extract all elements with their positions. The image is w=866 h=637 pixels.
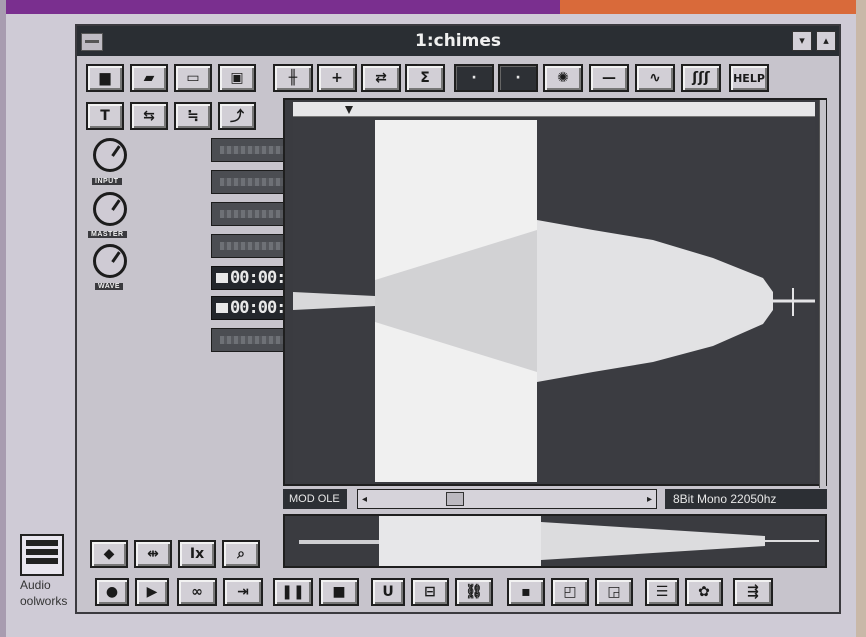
desktop-frame-right <box>856 0 866 637</box>
minimize-button[interactable]: ▾ <box>792 31 812 51</box>
desktop-icon-caption-1: Audio <box>20 578 51 592</box>
desktop-frame-left <box>0 0 6 637</box>
audio-toolworks-desktop-icon[interactable]: Audio oolworks <box>20 534 72 634</box>
pause-button[interactable]: ❚❚ <box>273 578 313 606</box>
scroll-thumb[interactable] <box>446 492 464 506</box>
master-knob[interactable] <box>93 192 127 226</box>
spectrum-icon[interactable]: ✺ <box>543 64 583 92</box>
audio-toolworks-icon <box>20 534 64 576</box>
text-icon[interactable]: T <box>86 102 124 130</box>
record-button[interactable]: ● <box>95 578 129 606</box>
scroll-left-icon[interactable]: ◂ <box>362 494 367 505</box>
window-3-button[interactable]: ◲ <box>595 578 633 606</box>
dark-dot-icon[interactable]: · <box>498 64 538 92</box>
zoom-fit-icon[interactable]: ◆ <box>90 540 128 568</box>
mixer-icon[interactable]: ╫ <box>273 64 313 92</box>
fast-forward-button[interactable]: ⇥ <box>223 578 263 606</box>
dark-blank-icon[interactable]: · <box>454 64 494 92</box>
repeat-button[interactable]: U <box>371 578 405 606</box>
sss-icon[interactable]: ʃʃʃ <box>681 64 721 92</box>
select-range-button[interactable]: ⊟ <box>411 578 449 606</box>
sequence-button[interactable]: ⇶ <box>733 578 773 606</box>
help-button[interactable]: HELP <box>729 64 769 92</box>
window-2-button[interactable]: ◰ <box>551 578 589 606</box>
zoom-magnifier-icon[interactable]: ⌕ <box>222 540 260 568</box>
format-status: 8Bit Mono 22050hz <box>665 489 827 509</box>
window-title: 1:chimes <box>415 31 501 51</box>
waveform-area[interactable] <box>293 120 815 482</box>
play-button[interactable]: ▶ <box>135 578 169 606</box>
position-ruler[interactable] <box>293 102 815 117</box>
master-label: MASTER <box>88 231 127 238</box>
open-folder-icon[interactable]: ▰ <box>130 64 168 92</box>
scroll-right-icon[interactable]: ▸ <box>647 494 652 505</box>
input-label: INPUT <box>92 178 122 185</box>
new-file-icon[interactable]: ▆ <box>86 64 124 92</box>
swap-icon[interactable]: ≒ <box>174 102 212 130</box>
transform-icon[interactable]: ⇄ <box>361 64 401 92</box>
mode-status: MOD OLE <box>283 489 347 509</box>
flip-icon[interactable]: ⇆ <box>130 102 168 130</box>
vertical-scrollbar[interactable] <box>819 100 826 488</box>
step-icon[interactable]: ⤴ <box>218 102 256 130</box>
zoom-x-icon[interactable]: Ix <box>178 540 216 568</box>
effect-button[interactable]: ✿ <box>685 578 723 606</box>
link-button[interactable]: ⛓ <box>455 578 493 606</box>
stop-button[interactable]: ■ <box>319 578 359 606</box>
playhead-marker[interactable] <box>345 106 353 114</box>
waveform-icon[interactable]: ∿ <box>635 64 675 92</box>
wave-label: WAVE <box>95 283 124 290</box>
desktop-frame-top <box>0 0 866 14</box>
desktop-icon-caption-2: oolworks <box>20 594 68 608</box>
input-knob[interactable] <box>93 138 127 172</box>
folder-small-icon <box>216 273 228 283</box>
main-window: 1:chimes ▾ ▴ ▆ ▰ ▭ ▣ ╫ + ⇄ Σ · · ✺ — ∿ ʃ… <box>75 24 841 614</box>
minus-icon[interactable]: — <box>589 64 629 92</box>
save-icon[interactable]: ▣ <box>218 64 256 92</box>
title-bar[interactable]: 1:chimes ▾ ▴ <box>77 26 839 56</box>
zoom-horizontal-icon[interactable]: ⇹ <box>134 540 172 568</box>
sigma-icon[interactable]: Σ <box>405 64 445 92</box>
list-button[interactable]: ☰ <box>645 578 679 606</box>
folder-icon[interactable]: ▭ <box>174 64 212 92</box>
loop-button[interactable]: ∞ <box>177 578 217 606</box>
waveform-display[interactable] <box>283 98 827 488</box>
waveform-svg <box>293 220 815 382</box>
window-1-button[interactable]: ▪ <box>507 578 545 606</box>
horizontal-scrollbar[interactable]: ◂ ▸ <box>357 489 657 509</box>
speaker-small-icon <box>216 303 228 313</box>
add-icon[interactable]: + <box>317 64 357 92</box>
overview-strip[interactable] <box>283 514 827 568</box>
wave-knob[interactable] <box>93 244 127 278</box>
maximize-button[interactable]: ▴ <box>816 31 836 51</box>
overview-waveform-svg <box>299 516 819 566</box>
